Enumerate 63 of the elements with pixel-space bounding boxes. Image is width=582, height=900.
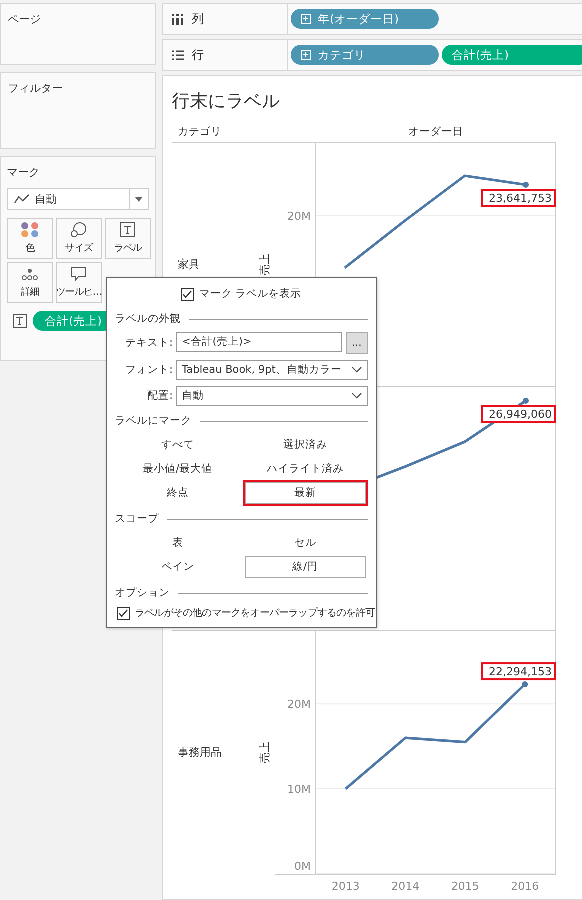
caret-icon (135, 196, 143, 202)
font-dropdown[interactable]: Tableau Book, 9pt、自動カラー (176, 360, 368, 380)
section-title: オプション (115, 586, 170, 600)
column-header: オーダー日 (408, 125, 464, 139)
x-tick-label: 2013 (332, 880, 360, 893)
columns-icon (172, 14, 184, 24)
checkbox[interactable] (181, 288, 194, 300)
option-button[interactable]: 線/円 (244, 556, 366, 578)
mark-property-button[interactable]: ツールヒ… (56, 262, 102, 303)
pages-title: ページ (8, 12, 41, 27)
filters-title: フィルター (8, 81, 63, 96)
end-point (522, 682, 528, 688)
field-label: 配置: (146, 389, 173, 403)
color-dots-icon (21, 222, 39, 238)
checkbox-label: ラベルがその他のマークをオーバーラップするのを許可 (135, 606, 376, 620)
size-circles-icon (70, 222, 88, 238)
text-field[interactable]: <合計(売上)> (176, 332, 342, 352)
axis-title: 売上 (258, 742, 272, 764)
value-label: 23,641,753 (489, 192, 552, 205)
expand-icon (301, 14, 311, 24)
more-button[interactable]: ... (346, 332, 368, 354)
view-title: 行末にラベル (172, 90, 280, 114)
line-chart-icon (14, 194, 30, 204)
end-point (523, 182, 529, 188)
category-label: 事務用品 (178, 745, 222, 760)
mark-property-button[interactable]: 色 (7, 218, 53, 259)
axis-title: 売上 (258, 254, 272, 276)
label-icon (13, 314, 27, 328)
checkbox[interactable] (117, 606, 130, 620)
shelf-label: 行 (192, 46, 204, 64)
mark-property-button[interactable]: ラベル (105, 218, 151, 259)
chevron-icon (352, 393, 362, 399)
speech-bubble-icon (70, 266, 88, 282)
mark-type-dropdown[interactable]: 自動 (7, 188, 149, 210)
field-label: フォント: (124, 363, 173, 377)
checkbox-label: マーク ラベルを表示 (199, 287, 302, 301)
mark-property-button[interactable]: 詳細 (7, 262, 53, 303)
y-tick-label: 0M (294, 860, 311, 873)
mark-property-button[interactable]: サイズ (56, 218, 102, 259)
x-tick-label: 2015 (451, 880, 480, 893)
expand-icon (301, 50, 311, 60)
x-tick-label: 2014 (392, 880, 420, 893)
shelf-label: 列 (192, 10, 204, 28)
y-tick-label: 10M (288, 783, 311, 796)
x-tick-label: 2016 (511, 880, 540, 893)
alignment-dropdown[interactable]: 自動 (176, 386, 368, 406)
end-point (523, 398, 529, 404)
section-title: スコープ (115, 512, 159, 526)
y-tick-label: 20M (288, 698, 311, 712)
y-tick-label: 20M (288, 210, 311, 223)
detail-dots-icon (21, 266, 39, 282)
value-label: 22,294,153 (489, 666, 552, 679)
rows-icon (172, 50, 184, 60)
value-label: 26,949,060 (489, 408, 552, 421)
option-button[interactable]: 最新 (244, 482, 366, 504)
section-title: ラベルにマーク (115, 414, 192, 428)
row-header: カテゴリ (177, 125, 223, 139)
section-title: ラベルの外観 (115, 312, 181, 326)
category-label: 家具 (178, 257, 200, 272)
field-label: テキスト: (124, 336, 173, 350)
chevron-icon (352, 367, 362, 373)
marks-title: マーク (7, 165, 40, 180)
label-icon (120, 222, 136, 238)
